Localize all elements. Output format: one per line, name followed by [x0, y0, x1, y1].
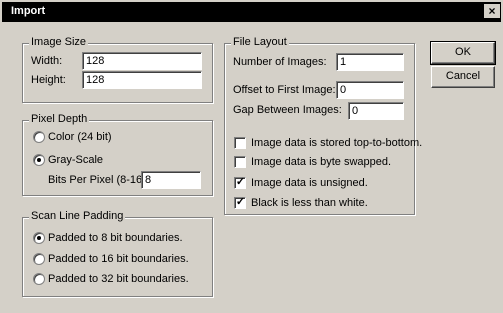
- black-less-than-white-label: Black is less than white.: [251, 197, 368, 209]
- width-field[interactable]: 128: [82, 52, 202, 70]
- file-layout-legend: File Layout: [231, 36, 289, 48]
- color-label: Color (24 bit): [48, 131, 112, 143]
- padding-label-8: Padded to 8 bit boundaries.: [48, 232, 183, 244]
- bits-per-pixel-field[interactable]: 8: [141, 171, 201, 189]
- gray-scale-radio[interactable]: [33, 154, 45, 166]
- close-icon[interactable]: ×: [484, 4, 500, 18]
- window-title: Import: [11, 5, 46, 17]
- unsigned-checkbox[interactable]: ✓: [234, 176, 246, 189]
- offset-field[interactable]: 0: [336, 81, 404, 99]
- color-radio[interactable]: [33, 131, 45, 143]
- padding-radio-16[interactable]: [33, 253, 45, 265]
- offset-label: Offset to First Image:: [233, 84, 336, 96]
- gray-scale-label: Gray-Scale: [48, 154, 104, 166]
- number-of-images-label: Number of Images:: [233, 56, 327, 68]
- padding-radio-8[interactable]: [33, 232, 45, 244]
- width-label: Width:: [31, 55, 63, 67]
- byte-swapped-checkbox[interactable]: [234, 156, 246, 168]
- padding-label-32: Padded to 32 bit boundaries.: [48, 273, 189, 285]
- byte-swapped-label: Image data is byte swapped.: [251, 156, 392, 168]
- padding-radio-32[interactable]: [33, 273, 45, 285]
- number-of-images-field[interactable]: 1: [336, 53, 404, 71]
- height-field[interactable]: 128: [82, 71, 202, 89]
- top-to-bottom-label: Image data is stored top-to-bottom.: [251, 137, 423, 149]
- black-less-than-white-checkbox[interactable]: ✓: [234, 196, 246, 209]
- ok-button[interactable]: OK: [430, 41, 496, 65]
- import-dialog: Import × Image Size Width: 128 Height: 1…: [0, 0, 503, 313]
- gap-field[interactable]: 0: [348, 102, 404, 120]
- gap-label: Gap Between Images:: [233, 104, 342, 116]
- scan-line-padding-legend: Scan Line Padding: [29, 210, 126, 222]
- pixel-depth-legend: Pixel Depth: [29, 113, 90, 125]
- title-bar: Import ×: [2, 2, 501, 22]
- cancel-button[interactable]: Cancel: [431, 66, 495, 88]
- top-to-bottom-checkbox[interactable]: [234, 137, 246, 149]
- image-size-legend: Image Size: [29, 36, 89, 48]
- padding-label-16: Padded to 16 bit boundaries.: [48, 253, 189, 265]
- bits-per-pixel-label: Bits Per Pixel (8-16):: [48, 174, 149, 186]
- height-label: Height:: [31, 74, 66, 86]
- unsigned-label: Image data is unsigned.: [251, 177, 368, 189]
